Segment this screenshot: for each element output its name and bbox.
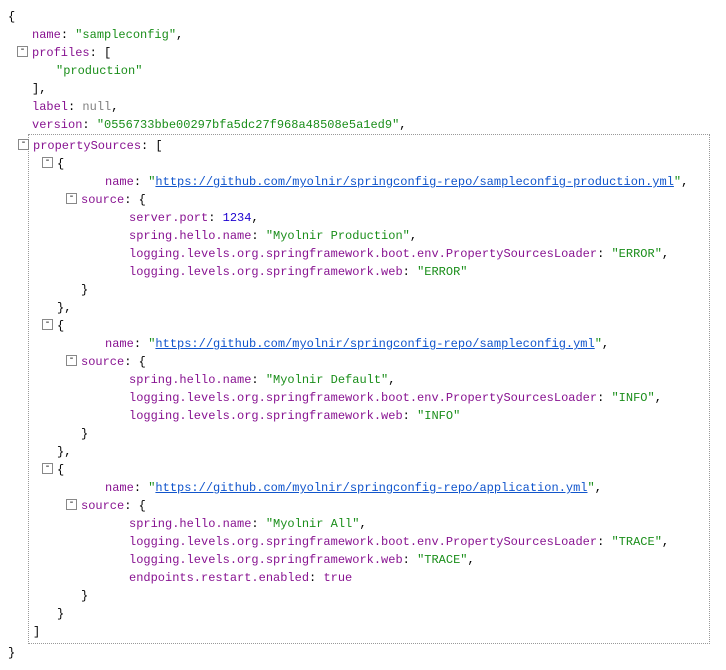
source-prop: server.port: 1234, bbox=[29, 209, 709, 227]
prop-version: version: "0556733bbe00297bfa5dc27f968a48… bbox=[8, 116, 718, 134]
prop-profiles: -profiles: [ bbox=[8, 44, 718, 62]
source-url-link[interactable]: https://github.com/myolnir/springconfig-… bbox=[155, 481, 587, 495]
ps-entry-open: -{ bbox=[29, 317, 709, 335]
collapse-toggle[interactable]: - bbox=[42, 319, 53, 330]
source-prop: logging.levels.org.springframework.boot.… bbox=[29, 245, 709, 263]
source-prop: endpoints.restart.enabled: true bbox=[29, 569, 709, 587]
source-prop: logging.levels.org.springframework.web: … bbox=[29, 407, 709, 425]
collapse-toggle[interactable]: - bbox=[66, 499, 77, 510]
ps-source: -source: { bbox=[29, 497, 709, 515]
profiles-item: "production" bbox=[8, 62, 718, 80]
property-sources-box: -propertySources: [ -{name: "https://git… bbox=[28, 134, 710, 644]
source-prop: spring.hello.name: "Myolnir Default", bbox=[29, 371, 709, 389]
ps-entry-close: }, bbox=[29, 299, 709, 317]
ps-entry-open: -{ bbox=[29, 155, 709, 173]
prop-label: label: null, bbox=[8, 98, 718, 116]
brace-close: } bbox=[29, 587, 709, 605]
ps-entry-close: } bbox=[29, 605, 709, 623]
bracket-close: ], bbox=[8, 80, 718, 98]
ps-entry-close: }, bbox=[29, 443, 709, 461]
collapse-toggle[interactable]: - bbox=[66, 193, 77, 204]
source-prop: spring.hello.name: "Myolnir All", bbox=[29, 515, 709, 533]
source-prop: spring.hello.name: "Myolnir Production", bbox=[29, 227, 709, 245]
collapse-toggle[interactable]: - bbox=[17, 46, 28, 57]
collapse-toggle[interactable]: - bbox=[42, 157, 53, 168]
prop-propertysources: -propertySources: [ bbox=[29, 137, 709, 155]
source-prop: logging.levels.org.springframework.boot.… bbox=[29, 389, 709, 407]
ps-name: name: "https://github.com/myolnir/spring… bbox=[29, 479, 709, 497]
prop-name: name: "sampleconfig", bbox=[8, 26, 718, 44]
ps-source: -source: { bbox=[29, 353, 709, 371]
brace-open: { bbox=[8, 8, 718, 26]
collapse-toggle[interactable]: - bbox=[18, 139, 29, 150]
source-url-link[interactable]: https://github.com/myolnir/springconfig-… bbox=[155, 175, 673, 189]
source-prop: logging.levels.org.springframework.boot.… bbox=[29, 533, 709, 551]
json-viewer: { name: "sampleconfig", -profiles: [ "pr… bbox=[8, 8, 718, 662]
brace-close: } bbox=[8, 644, 718, 662]
bracket-close: ] bbox=[29, 623, 709, 641]
brace-close: } bbox=[29, 425, 709, 443]
ps-name: name: "https://github.com/myolnir/spring… bbox=[29, 335, 709, 353]
ps-name: name: "https://github.com/myolnir/spring… bbox=[29, 173, 709, 191]
ps-source: -source: { bbox=[29, 191, 709, 209]
collapse-toggle[interactable]: - bbox=[66, 355, 77, 366]
source-url-link[interactable]: https://github.com/myolnir/springconfig-… bbox=[155, 337, 594, 351]
source-prop: logging.levels.org.springframework.web: … bbox=[29, 263, 709, 281]
ps-entry-open: -{ bbox=[29, 461, 709, 479]
collapse-toggle[interactable]: - bbox=[42, 463, 53, 474]
brace-close: } bbox=[29, 281, 709, 299]
source-prop: logging.levels.org.springframework.web: … bbox=[29, 551, 709, 569]
